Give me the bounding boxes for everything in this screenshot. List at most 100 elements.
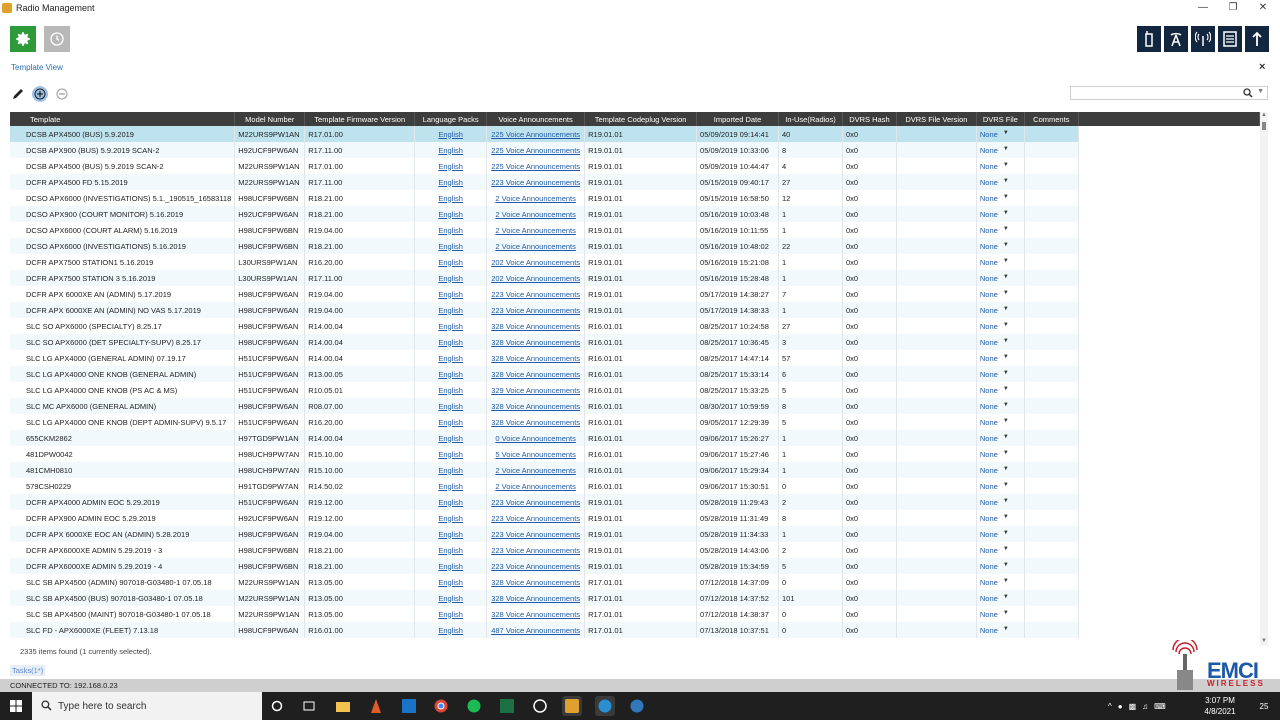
voice-announcements-link[interactable]: 328 Voice Announcements (486, 366, 586, 382)
task-view-icon[interactable] (299, 696, 319, 716)
table-row[interactable]: DCSO APX6000 (INVESTIGATIONS) 5.1._19051… (10, 190, 1260, 206)
table-row[interactable]: DCSB APX4500 (BUS) 5.9.2019 M22URS9PW1AN R… (10, 126, 1260, 142)
voice-announcements-link[interactable]: 2 Voice Announcements (486, 238, 586, 254)
voice-announcements-link[interactable]: 223 Voice Announcements (486, 286, 586, 302)
dropdown-caret-icon[interactable]: ▼ (1003, 226, 1009, 232)
dvrs-file-select[interactable]: None ▼ (976, 286, 1025, 302)
voice-announcements-link[interactable]: 223 Voice Announcements (486, 174, 586, 190)
voice-announcements-link[interactable]: 328 Voice Announcements (486, 590, 586, 606)
spotify-icon[interactable] (464, 696, 484, 716)
dropdown-caret-icon[interactable]: ▼ (1003, 306, 1009, 312)
settings-app-icon[interactable] (530, 696, 550, 716)
dropdown-caret-icon[interactable]: ▼ (1003, 162, 1009, 168)
network-icon[interactable]: ▩ (1129, 702, 1137, 711)
voice-announcements-link[interactable]: 329 Voice Announcements (486, 382, 586, 398)
dvrs-file-select[interactable]: None ▼ (976, 222, 1025, 238)
voice-announcements-link[interactable]: 2 Voice Announcements (486, 190, 586, 206)
search-icon[interactable] (1243, 88, 1253, 98)
table-row[interactable]: DCFR APX4500 FD 5.15.2019 M22URS9PW1AN R17… (10, 174, 1260, 190)
dvrs-file-select[interactable]: None ▼ (976, 270, 1025, 286)
minimize-button[interactable]: — (1188, 0, 1218, 16)
dropdown-caret-icon[interactable]: ▼ (1003, 546, 1009, 552)
voice-announcements-link[interactable]: 328 Voice Announcements (486, 574, 586, 590)
voice-announcements-link[interactable]: 328 Voice Announcements (486, 334, 586, 350)
dropdown-caret-icon[interactable]: ▼ (1003, 258, 1009, 264)
dropdown-caret-icon[interactable]: ▼ (1003, 498, 1009, 504)
scroll-up-icon[interactable]: ▲ (1260, 112, 1268, 120)
notification-center[interactable]: 25 (1252, 692, 1276, 720)
language-pack-link[interactable]: English (414, 126, 488, 142)
search-input[interactable] (1071, 91, 1231, 104)
column-header[interactable]: Template Codeplug Version (584, 112, 698, 126)
dropdown-caret-icon[interactable]: ▼ (1003, 450, 1009, 456)
dvrs-file-select[interactable]: None ▼ (976, 478, 1025, 494)
keyboard-icon[interactable]: ⌨ (1154, 702, 1166, 711)
dvrs-file-select[interactable]: None ▼ (976, 254, 1025, 270)
table-row[interactable]: DCFR APX6000XE ADMIN 5.29.2019 - 4 H98UCF… (10, 558, 1260, 574)
dropdown-caret-icon[interactable]: ▼ (1003, 130, 1009, 136)
dropdown-caret-icon[interactable]: ▼ (1003, 274, 1009, 280)
dropdown-caret-icon[interactable]: ▼ (1003, 146, 1009, 152)
dvrs-file-select[interactable]: None ▼ (976, 334, 1025, 350)
voice-announcements-link[interactable]: 223 Voice Announcements (486, 510, 586, 526)
table-row[interactable]: DCSO APX900 (COURT MONITOR) 5.16.2019 H92… (10, 206, 1260, 222)
dropdown-caret-icon[interactable]: ▼ (1003, 434, 1009, 440)
dropdown-caret-icon[interactable]: ▼ (1003, 626, 1009, 632)
dropdown-caret-icon[interactable]: ▼ (1003, 354, 1009, 360)
dropdown-caret-icon[interactable]: ▼ (1003, 594, 1009, 600)
dropdown-caret-icon[interactable]: ▼ (1003, 242, 1009, 248)
search-box[interactable]: ▼ (1070, 86, 1268, 104)
dropdown-caret-icon[interactable]: ▼ (1003, 562, 1009, 568)
voice-announcements-link[interactable]: 225 Voice Announcements (486, 142, 586, 158)
language-pack-link[interactable]: English (414, 478, 488, 494)
tasks-link[interactable]: Tasks(1*) (10, 665, 46, 676)
dropdown-caret-icon[interactable]: ▼ (1003, 290, 1009, 296)
voice-announcements-link[interactable]: 2 Voice Announcements (486, 478, 586, 494)
language-pack-link[interactable]: English (414, 286, 488, 302)
dropdown-caret-icon[interactable]: ▼ (1003, 322, 1009, 328)
dvrs-file-select[interactable]: None ▼ (976, 510, 1025, 526)
taskbar-clock[interactable]: 3:07 PM 4/8/2021 (1196, 695, 1244, 717)
voice-announcements-link[interactable]: 225 Voice Announcements (486, 126, 586, 142)
language-pack-link[interactable]: English (414, 494, 488, 510)
table-row[interactable]: SLC MC APX6000 (GENERAL ADMIN) H98UCF9PW6… (10, 398, 1260, 414)
dvrs-file-select[interactable]: None ▼ (976, 526, 1025, 542)
radio-management-app-icon[interactable] (562, 696, 582, 716)
search-dropdown-icon[interactable]: ▼ (1257, 88, 1264, 95)
dvrs-file-select[interactable]: None ▼ (976, 462, 1025, 478)
voice-announcements-link[interactable]: 223 Voice Announcements (486, 542, 586, 558)
table-row[interactable]: SLC LG APX4000 ONE KNOB (GENERAL ADMIN) H… (10, 366, 1260, 382)
language-pack-link[interactable]: English (414, 174, 488, 190)
table-row[interactable]: SLC SB APX4500 (BUS) 907018-G03480-1 07.… (10, 590, 1260, 606)
table-row[interactable]: 655CKM2862 H97TGD9PW1AN R14.00.04 English 0 … (10, 430, 1260, 446)
language-pack-link[interactable]: English (414, 158, 488, 174)
dvrs-file-select[interactable]: None ▼ (976, 590, 1025, 606)
table-row[interactable]: SLC SB APX4500 (MAINT) 907018-G03480-1 0… (10, 606, 1260, 622)
table-row[interactable]: DCFR APX4000 ADMIN EOC 5.29.2019 H51UCF9P… (10, 494, 1260, 510)
dvrs-file-select[interactable]: None ▼ (976, 574, 1025, 590)
table-row[interactable]: 481CMH0810 H98UCH9PW7AN R15.10.00 English 2 … (10, 462, 1260, 478)
show-hidden-icons-icon[interactable]: ^ (1108, 702, 1112, 711)
dvrs-file-select[interactable]: None ▼ (976, 318, 1025, 334)
voice-announcements-link[interactable]: 328 Voice Announcements (486, 606, 586, 622)
language-pack-link[interactable]: English (414, 206, 488, 222)
dvrs-file-select[interactable]: None ▼ (976, 350, 1025, 366)
upload-button[interactable] (1245, 26, 1269, 52)
column-header[interactable]: Comments (1024, 112, 1079, 126)
table-row[interactable]: DCFR APX900 ADMIN EOC 5.29.2019 H92UCF9PW… (10, 510, 1260, 526)
voice-announcements-link[interactable]: 328 Voice Announcements (486, 318, 586, 334)
language-pack-link[interactable]: English (414, 558, 488, 574)
microphone-icon[interactable]: ● (1118, 702, 1123, 711)
dvrs-file-select[interactable]: None ▼ (976, 542, 1025, 558)
dvrs-file-select[interactable]: None ▼ (976, 414, 1025, 430)
table-row[interactable]: DCSB APX4500 (BUS) 5.9.2019 SCAN-2 M22URS… (10, 158, 1260, 174)
table-row[interactable]: DCSO APX6000 (COURT ALARM) 5.16.2019 H98U… (10, 222, 1260, 238)
language-pack-link[interactable]: English (414, 446, 488, 462)
dvrs-file-select[interactable]: None ▼ (976, 606, 1025, 622)
dropdown-caret-icon[interactable]: ▼ (1003, 178, 1009, 184)
view-close-button[interactable]: × (1259, 61, 1265, 73)
language-pack-link[interactable]: English (414, 318, 488, 334)
list-view-button[interactable] (1218, 26, 1242, 52)
table-row[interactable]: SLC SB APX4500 (ADMIN) 907018-G03480-1 0… (10, 574, 1260, 590)
restore-button[interactable]: ❐ (1218, 0, 1248, 16)
